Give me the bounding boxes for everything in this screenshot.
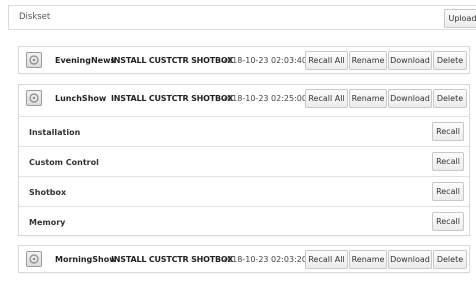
list-item-installation: Installation Recall <box>19 116 469 146</box>
download-button[interactable]: Download <box>388 250 432 269</box>
rename-button[interactable]: Rename <box>349 89 387 108</box>
timestamp: 2018-10-23 02:03:40 <box>222 56 307 65</box>
item-label: Custom Control <box>29 158 99 167</box>
list-item-shotbox: Shotbox Recall <box>19 176 469 206</box>
card-header: EveningNews INSTALL CUSTCTR SHOTBOX 2018… <box>19 47 469 75</box>
download-button[interactable]: Download <box>388 51 432 70</box>
delete-button[interactable]: Delete <box>433 51 467 70</box>
upload-button[interactable]: Upload <box>444 9 476 28</box>
disk-icon <box>26 90 42 106</box>
install-tag: INSTALL CUSTCTR SHOTBOX <box>111 94 234 103</box>
disk-icon <box>26 52 42 68</box>
card-header: MorningShow INSTALL CUSTCTR SHOTBOX 2018… <box>19 246 469 274</box>
item-label: Installation <box>29 128 81 137</box>
diskset-name: LunchShow <box>55 94 107 103</box>
timestamp: 2018-10-23 02:03:20 <box>222 255 307 264</box>
timestamp: 2018-10-23 02:25:00 <box>222 94 307 103</box>
disk-icon <box>26 251 42 267</box>
diskset-card-morningshow: MorningShow INSTALL CUSTCTR SHOTBOX 2018… <box>18 245 470 273</box>
recall-button[interactable]: Recall <box>432 152 464 171</box>
card-header: LunchShow INSTALL CUSTCTR SHOTBOX 2018-1… <box>19 85 469 113</box>
recall-button[interactable]: Recall <box>432 182 464 201</box>
recall-button[interactable]: Recall <box>432 122 464 141</box>
list-item-custom-control: Custom Control Recall <box>19 146 469 176</box>
install-tag: INSTALL CUSTCTR SHOTBOX <box>111 56 234 65</box>
diskset-card-lunchshow: LunchShow INSTALL CUSTCTR SHOTBOX 2018-1… <box>18 84 470 236</box>
diskset-header: Diskset Upload <box>8 5 476 30</box>
item-label: Memory <box>29 218 66 227</box>
list-item-memory: Memory Recall <box>19 206 469 236</box>
download-button[interactable]: Download <box>388 89 432 108</box>
recall-all-button[interactable]: Recall All <box>305 250 348 269</box>
recall-all-button[interactable]: Recall All <box>305 89 348 108</box>
diskset-card-eveningnews: EveningNews INSTALL CUSTCTR SHOTBOX 2018… <box>18 46 470 74</box>
page-title: Diskset <box>19 12 51 22</box>
item-label: Shotbox <box>29 188 67 197</box>
delete-button[interactable]: Delete <box>433 250 467 269</box>
recall-all-button[interactable]: Recall All <box>305 51 348 70</box>
recall-button[interactable]: Recall <box>432 212 464 231</box>
install-tag: INSTALL CUSTCTR SHOTBOX <box>111 255 234 264</box>
delete-button[interactable]: Delete <box>433 89 467 108</box>
diskset-name: MorningShow <box>55 255 117 264</box>
diskset-name: EveningNews <box>55 56 116 65</box>
rename-button[interactable]: Rename <box>349 250 387 269</box>
rename-button[interactable]: Rename <box>349 51 387 70</box>
